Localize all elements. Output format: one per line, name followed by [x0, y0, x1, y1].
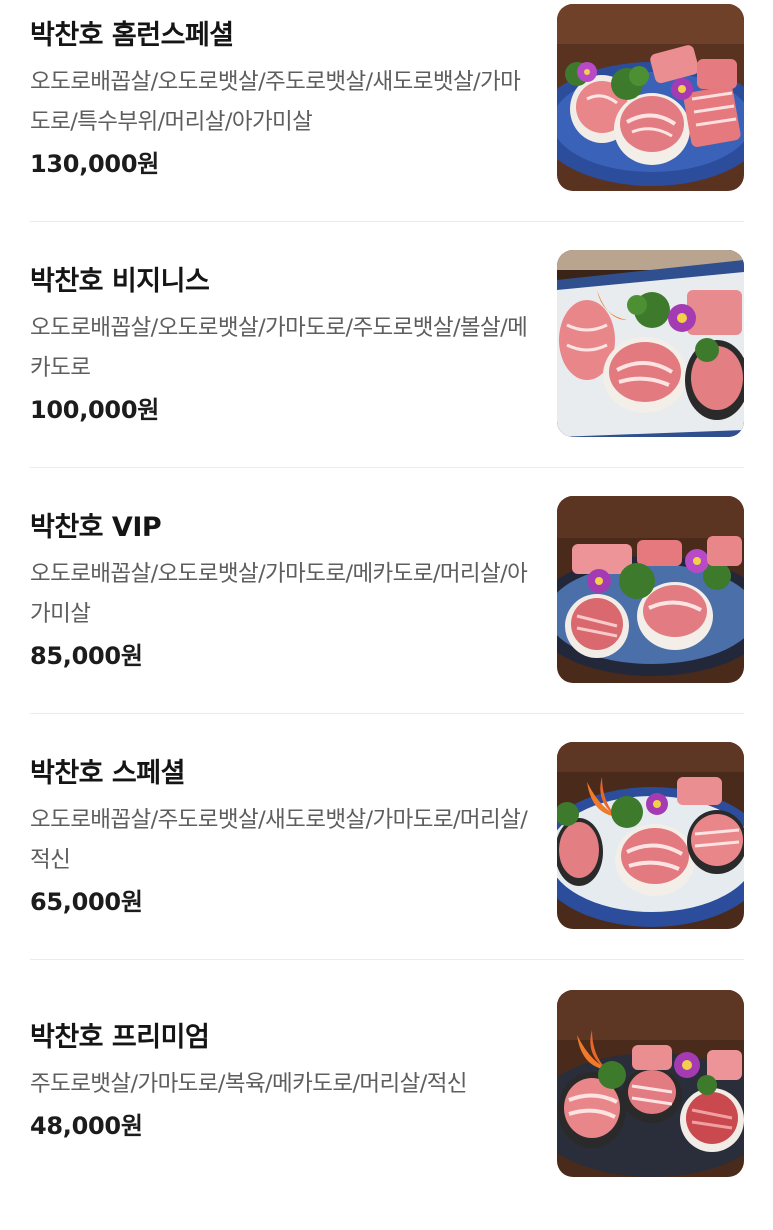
menu-item-image[interactable]: [557, 496, 744, 683]
menu-item-price: 65,000원: [30, 888, 143, 916]
menu-item-text: 박찬호 VIP 오도로배꼽살/오도로뱃살/가마도로/메카도로/머리살/아가미살 …: [30, 510, 530, 674]
divider: [30, 713, 744, 714]
tuna-platter-photo: [557, 742, 744, 929]
divider: [30, 467, 744, 468]
menu-item-text: 박찬호 비지니스 오도로배꼽살/오도로뱃살/가마도로/주도로뱃살/볼살/메카도로…: [30, 264, 530, 428]
menu-item-text: 박찬호 홈런스페셜 오도로배꼽살/오도로뱃살/주도로뱃살/새도로뱃살/가마도로/…: [30, 18, 530, 182]
menu-item-name: 박찬호 VIP: [30, 512, 162, 543]
tuna-platter-photo: [557, 4, 744, 191]
tuna-platter-photo: [557, 496, 744, 683]
menu-item-description: 오도로배꼽살/오도로뱃살/주도로뱃살/새도로뱃살/가마도로/특수부위/머리살/아…: [30, 69, 521, 135]
menu-item-price: 100,000원: [30, 396, 159, 424]
menu-item-price: 85,000원: [30, 642, 143, 670]
menu-item-description: 오도로배꼽살/오도로뱃살/가마도로/주도로뱃살/볼살/메카도로: [30, 315, 528, 381]
divider: [30, 959, 744, 960]
menu-item-text: 박찬호 스페셜 오도로배꼽살/주도로뱃살/새도로뱃살/가마도로/머리살/적신 6…: [30, 756, 530, 920]
menu-item[interactable]: 박찬호 VIP 오도로배꼽살/오도로뱃살/가마도로/메카도로/머리살/아가미살 …: [0, 492, 773, 738]
menu-item-name: 박찬호 스페셜: [30, 758, 185, 789]
menu-item-price: 130,000원: [30, 150, 159, 178]
menu-item-name: 박찬호 홈런스페셜: [30, 20, 234, 51]
menu-item-image[interactable]: [557, 742, 744, 929]
menu-item[interactable]: 박찬호 프리미엄 주도로뱃살/가마도로/복육/메카도로/머리살/적신 48,00…: [0, 984, 773, 1230]
menu-item-description: 오도로배꼽살/주도로뱃살/새도로뱃살/가마도로/머리살/적신: [30, 807, 528, 873]
menu-item-text: 박찬호 프리미엄 주도로뱃살/가마도로/복육/메카도로/머리살/적신 48,00…: [30, 1020, 530, 1144]
menu-item-description: 오도로배꼽살/오도로뱃살/가마도로/메카도로/머리살/아가미살: [30, 561, 528, 627]
menu-item[interactable]: 박찬호 홈런스페셜 오도로배꼽살/오도로뱃살/주도로뱃살/새도로뱃살/가마도로/…: [0, 0, 773, 246]
menu-item-name: 박찬호 프리미엄: [30, 1022, 210, 1053]
menu-item-image[interactable]: [557, 4, 744, 191]
divider: [30, 221, 744, 222]
menu-item-name: 박찬호 비지니스: [30, 266, 210, 297]
menu-list: 박찬호 홈런스페셜 오도로배꼽살/오도로뱃살/주도로뱃살/새도로뱃살/가마도로/…: [0, 0, 773, 1187]
menu-item[interactable]: 박찬호 스페셜 오도로배꼽살/주도로뱃살/새도로뱃살/가마도로/머리살/적신 6…: [0, 738, 773, 984]
menu-item-image[interactable]: [557, 990, 744, 1177]
tuna-platter-photo: [557, 990, 744, 1177]
menu-item[interactable]: 박찬호 비지니스 오도로배꼽살/오도로뱃살/가마도로/주도로뱃살/볼살/메카도로…: [0, 246, 773, 492]
menu-item-description: 주도로뱃살/가마도로/복육/메카도로/머리살/적신: [30, 1071, 468, 1097]
tuna-platter-photo: [557, 250, 744, 437]
menu-item-price: 48,000원: [30, 1112, 143, 1140]
menu-item-image[interactable]: [557, 250, 744, 437]
